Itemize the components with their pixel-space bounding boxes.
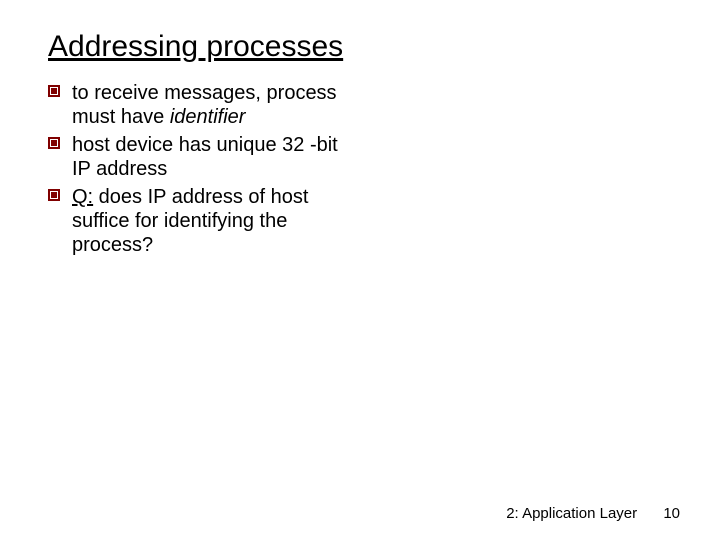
- page-title: Addressing processes: [48, 30, 680, 63]
- bullet-item-identifier: to receive messages, process must have i…: [48, 81, 358, 129]
- question-label: Q:: [72, 186, 93, 208]
- bullet-text: host device has unique 32 -bit IP addres…: [72, 134, 338, 180]
- footer: 2: Application Layer 10: [506, 505, 680, 522]
- bullet-item-question: Q: does IP address of host suffice for i…: [48, 185, 358, 257]
- bullet-item-ip: host device has unique 32 -bit IP addres…: [48, 133, 358, 181]
- footer-chapter: 2: Application Layer: [506, 505, 637, 522]
- footer-page-number: 10: [663, 505, 680, 522]
- bullet-text: does IP address of host suffice for iden…: [72, 186, 308, 256]
- body-column: to receive messages, process must have i…: [48, 81, 358, 257]
- bullet-text-italic: identifier: [170, 106, 246, 128]
- bullet-list: to receive messages, process must have i…: [48, 81, 358, 257]
- slide: Addressing processes to receive messages…: [0, 0, 720, 540]
